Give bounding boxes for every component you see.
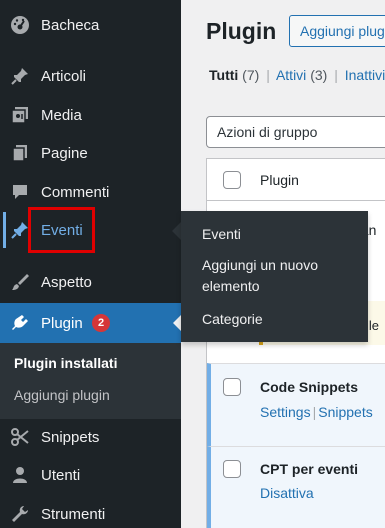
- flyout-item-eventi[interactable]: Eventi: [202, 224, 241, 245]
- pin-icon: [9, 65, 31, 87]
- sidebar-item-label: Strumenti: [41, 505, 106, 523]
- sidebar-item-label: Utenti: [41, 466, 81, 484]
- sidebar-item-snippets[interactable]: Snippets: [0, 418, 181, 456]
- row-actions: Settings | Snippets: [260, 404, 373, 420]
- comment-icon: [9, 181, 31, 203]
- deactivate-link[interactable]: Disattiva: [260, 485, 314, 501]
- column-plugin[interactable]: Plugin: [260, 172, 299, 188]
- sidebar-item-label: Media: [41, 106, 82, 124]
- row-checkbox[interactable]: [223, 378, 241, 396]
- update-count-badge: 2: [92, 314, 110, 332]
- flyout-pointer: [172, 222, 181, 240]
- table-header: Plugin: [207, 159, 385, 201]
- filter-active[interactable]: Attivi: [276, 67, 306, 83]
- settings-link[interactable]: Settings: [260, 404, 311, 420]
- sidebar-item-label: Pagine: [41, 144, 88, 162]
- select-all-checkbox[interactable]: [223, 171, 241, 189]
- user-icon: [9, 464, 31, 486]
- wrench-icon: [9, 503, 31, 525]
- submenu-plugin-installati[interactable]: Plugin installati: [14, 355, 117, 371]
- filter-inactive[interactable]: Inattivi: [345, 67, 385, 83]
- filter-all[interactable]: Tutti: [209, 67, 238, 83]
- sidebar-item-utenti[interactable]: Utenti: [0, 456, 181, 494]
- admin-sidebar: Bacheca Articoli Media Pagine Commenti E…: [0, 0, 181, 528]
- flyout-item-aggiungi-line2: elemento: [202, 278, 260, 294]
- dashboard-icon: [9, 14, 31, 36]
- sidebar-item-strumenti[interactable]: Strumenti: [0, 495, 181, 528]
- sidebar-item-label: Snippets: [41, 428, 100, 446]
- sidebar-item-label: Articoli: [41, 67, 87, 85]
- media-icon: [9, 104, 31, 126]
- flyout-item-aggiungi-line1: Aggiungi un nuovo: [202, 257, 318, 273]
- sidebar-item-articoli[interactable]: Articoli: [0, 57, 181, 95]
- sidebar-item-bacheca[interactable]: Bacheca: [0, 6, 181, 44]
- plugin-name: CPT per eventi: [260, 461, 359, 477]
- sidebar-item-plugin[interactable]: Plugin 2: [0, 303, 181, 343]
- page-title: Plugin: [206, 18, 277, 44]
- sidebar-item-label: Plugin: [41, 314, 83, 332]
- add-plugin-button[interactable]: Aggiungi plugin: [289, 15, 385, 47]
- table-row: Code Snippets Settings | Snippets: [207, 363, 385, 446]
- row-checkbox[interactable]: [223, 460, 241, 478]
- sidebar-item-pagine[interactable]: Pagine: [0, 134, 181, 172]
- plugin-icon: [9, 312, 31, 334]
- plugin-submenu: Plugin installati Aggiungi plugin: [0, 343, 181, 419]
- flyout-item-categorie[interactable]: Categorie: [202, 309, 263, 330]
- annotation-highlight-box: [28, 207, 95, 253]
- submenu-aggiungi-plugin[interactable]: Aggiungi plugin: [14, 387, 110, 403]
- brush-icon: [9, 271, 31, 293]
- flyout-item-aggiungi[interactable]: Aggiungi un nuovo elemento: [202, 255, 318, 297]
- sidebar-item-media[interactable]: Media: [0, 96, 181, 134]
- sidebar-item-commenti[interactable]: Commenti: [0, 173, 181, 211]
- filter-all-count: (7): [242, 67, 260, 83]
- pages-icon: [9, 142, 31, 164]
- status-filters: Tutti (7) | Attivi (3) | Inattivi: [209, 67, 385, 83]
- plugin-name: Code Snippets: [260, 379, 359, 395]
- sidebar-item-label: Commenti: [41, 183, 110, 201]
- table-row: CPT per eventi Disattiva: [207, 446, 385, 528]
- filter-active-count: (3): [310, 67, 328, 83]
- sidebar-item-aspetto[interactable]: Aspetto: [0, 263, 181, 301]
- bulk-actions-select[interactable]: Azioni di gruppo: [206, 116, 385, 148]
- snippets-link[interactable]: Snippets: [318, 404, 372, 420]
- current-menu-arrow: [173, 315, 181, 331]
- sidebar-item-label: Aspetto: [41, 273, 92, 291]
- sidebar-item-label: Bacheca: [41, 16, 100, 34]
- eventi-flyout-menu: Eventi Aggiungi un nuovo elemento Catego…: [181, 211, 368, 342]
- scissors-icon: [9, 426, 31, 448]
